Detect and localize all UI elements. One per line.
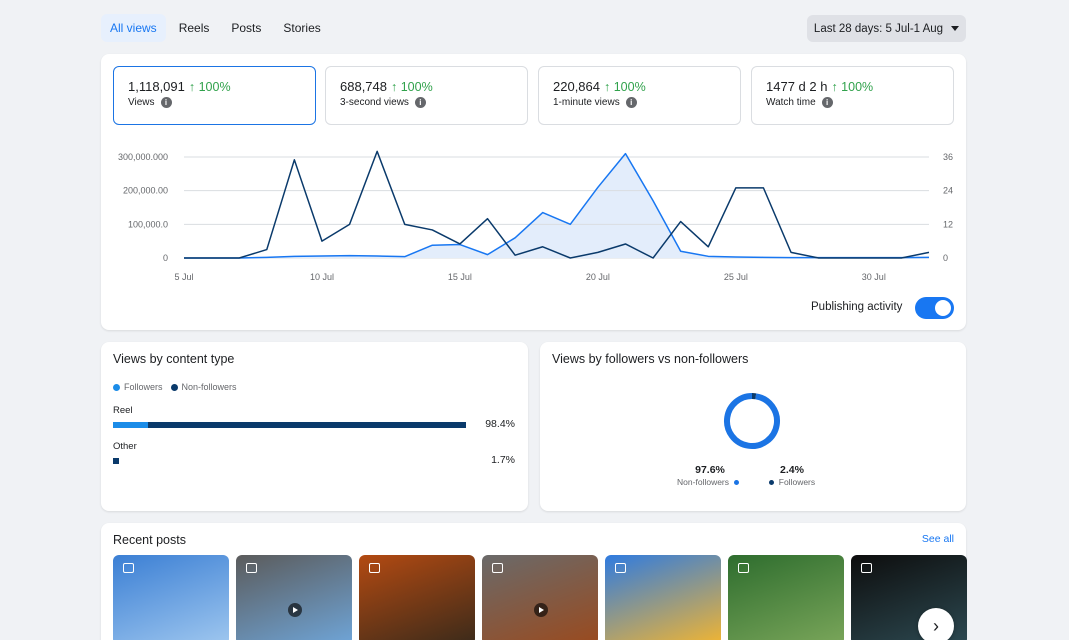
recent-post-thumbnail[interactable] (236, 555, 352, 640)
views-line-chart: 0 0 100,000.0 12 200,000.00 24 300,000.000 36 5 … (118, 150, 953, 282)
bar-pct-other: 1.7% (491, 454, 515, 466)
x-tick-label: 20 Jul (586, 272, 610, 282)
y-right-tick-label: 24 (943, 186, 953, 196)
tab-stories[interactable]: Stories (274, 14, 329, 42)
date-range-label: Last 28 days: 5 Jul-1 Aug (813, 22, 944, 35)
y-left-tick-label: 100,000.0 (128, 219, 168, 229)
recent-post-thumbnail[interactable] (113, 555, 229, 640)
non-followers-stat: 97.6% Non-followers (671, 464, 749, 488)
caret-down-icon (951, 26, 960, 31)
x-tick-label: 30 Jul (862, 272, 886, 282)
reel-icon (615, 563, 626, 573)
x-tick-label: 10 Jul (310, 272, 334, 282)
followers-stat: 2.4% Followers (762, 464, 822, 488)
non-followers-dot-icon (733, 479, 739, 485)
x-tick-label: 25 Jul (724, 272, 748, 282)
bar-segment-followers (113, 422, 148, 428)
followers-dot-icon (113, 384, 120, 392)
y-right-tick-label: 12 (943, 219, 953, 229)
legend-non-followers: Non-followers (170, 382, 237, 392)
recent-post-thumbnail[interactable] (605, 555, 721, 640)
publishing-activity-toggle[interactable] (915, 297, 954, 319)
followers-percent: 2.4% (780, 464, 804, 476)
recent-post-thumbnail[interactable] (728, 555, 844, 640)
y-right-tick-label: 0 (943, 253, 948, 263)
x-tick-label: 15 Jul (448, 272, 472, 282)
y-right-tick-label: 36 (943, 152, 953, 162)
play-icon (534, 603, 548, 617)
followers-card: Views by followers vs non-followers 97.6… (540, 342, 966, 511)
recent-posts-title: Recent posts (113, 533, 186, 547)
toggle-knob (935, 300, 951, 316)
bar-label-reel: Reel (113, 405, 133, 416)
see-all-link[interactable]: See all (922, 533, 954, 545)
followers-label: Followers (778, 477, 816, 487)
reel-icon (738, 563, 749, 573)
view-tabs: All views Reels Posts Stories (101, 14, 330, 42)
views-overview-card: 1,118,091 ↑ 100% Views i 688,748 ↑ 100% 3-s… (101, 54, 966, 330)
bar-segment-non-followers (148, 422, 467, 428)
recent-posts-card: Recent posts See all › (101, 523, 967, 640)
bar-pct-reel: 98.4% (485, 418, 515, 430)
chevron-right-icon: › (933, 615, 939, 636)
bar-other[interactable] (113, 458, 120, 464)
legend-followers-label: Followers (124, 382, 163, 392)
video-icon (246, 563, 257, 573)
bar-segment-non-followers (113, 458, 120, 464)
reel-icon (369, 563, 380, 573)
reel-icon (123, 563, 134, 573)
content-type-title: Views by content type (113, 352, 235, 366)
legend-followers: Followers (113, 382, 163, 392)
publishing-activity-label: Publishing activity (811, 301, 903, 313)
followers-dot-icon (768, 479, 774, 485)
bar-label-other: Other (113, 441, 137, 452)
content-type-legend: Followers Non-followers (113, 382, 237, 392)
date-range-dropdown[interactable]: Last 28 days: 5 Jul-1 Aug (807, 15, 966, 42)
content-type-card: Views by content type Followers Non-foll… (101, 342, 528, 511)
legend-non-followers-label: Non-followers (181, 382, 237, 392)
non-followers-dot-icon (170, 384, 178, 392)
non-followers-label: Non-followers (677, 477, 730, 487)
followers-donut-chart (724, 392, 781, 450)
play-icon (288, 603, 302, 617)
series-area (184, 153, 929, 258)
x-tick-label: 5 Jul (174, 272, 193, 282)
y-left-tick-label: 0 (163, 253, 168, 263)
recent-post-thumbnail[interactable] (359, 555, 475, 640)
tab-reels[interactable]: Reels (170, 14, 219, 42)
y-left-tick-label: 300,000.000 (118, 152, 168, 162)
video-icon (492, 563, 503, 573)
y-left-tick-label: 200,000.00 (123, 186, 168, 196)
reel-icon (861, 563, 872, 573)
donut-non-followers[interactable] (724, 392, 781, 450)
non-followers-percent: 97.6% (695, 464, 725, 476)
recent-post-thumbnail[interactable] (482, 555, 598, 640)
bar-reel[interactable] (113, 422, 467, 428)
tab-all-views[interactable]: All views (101, 14, 166, 42)
next-arrow-button[interactable]: › (918, 608, 954, 640)
tab-posts[interactable]: Posts (222, 14, 270, 42)
